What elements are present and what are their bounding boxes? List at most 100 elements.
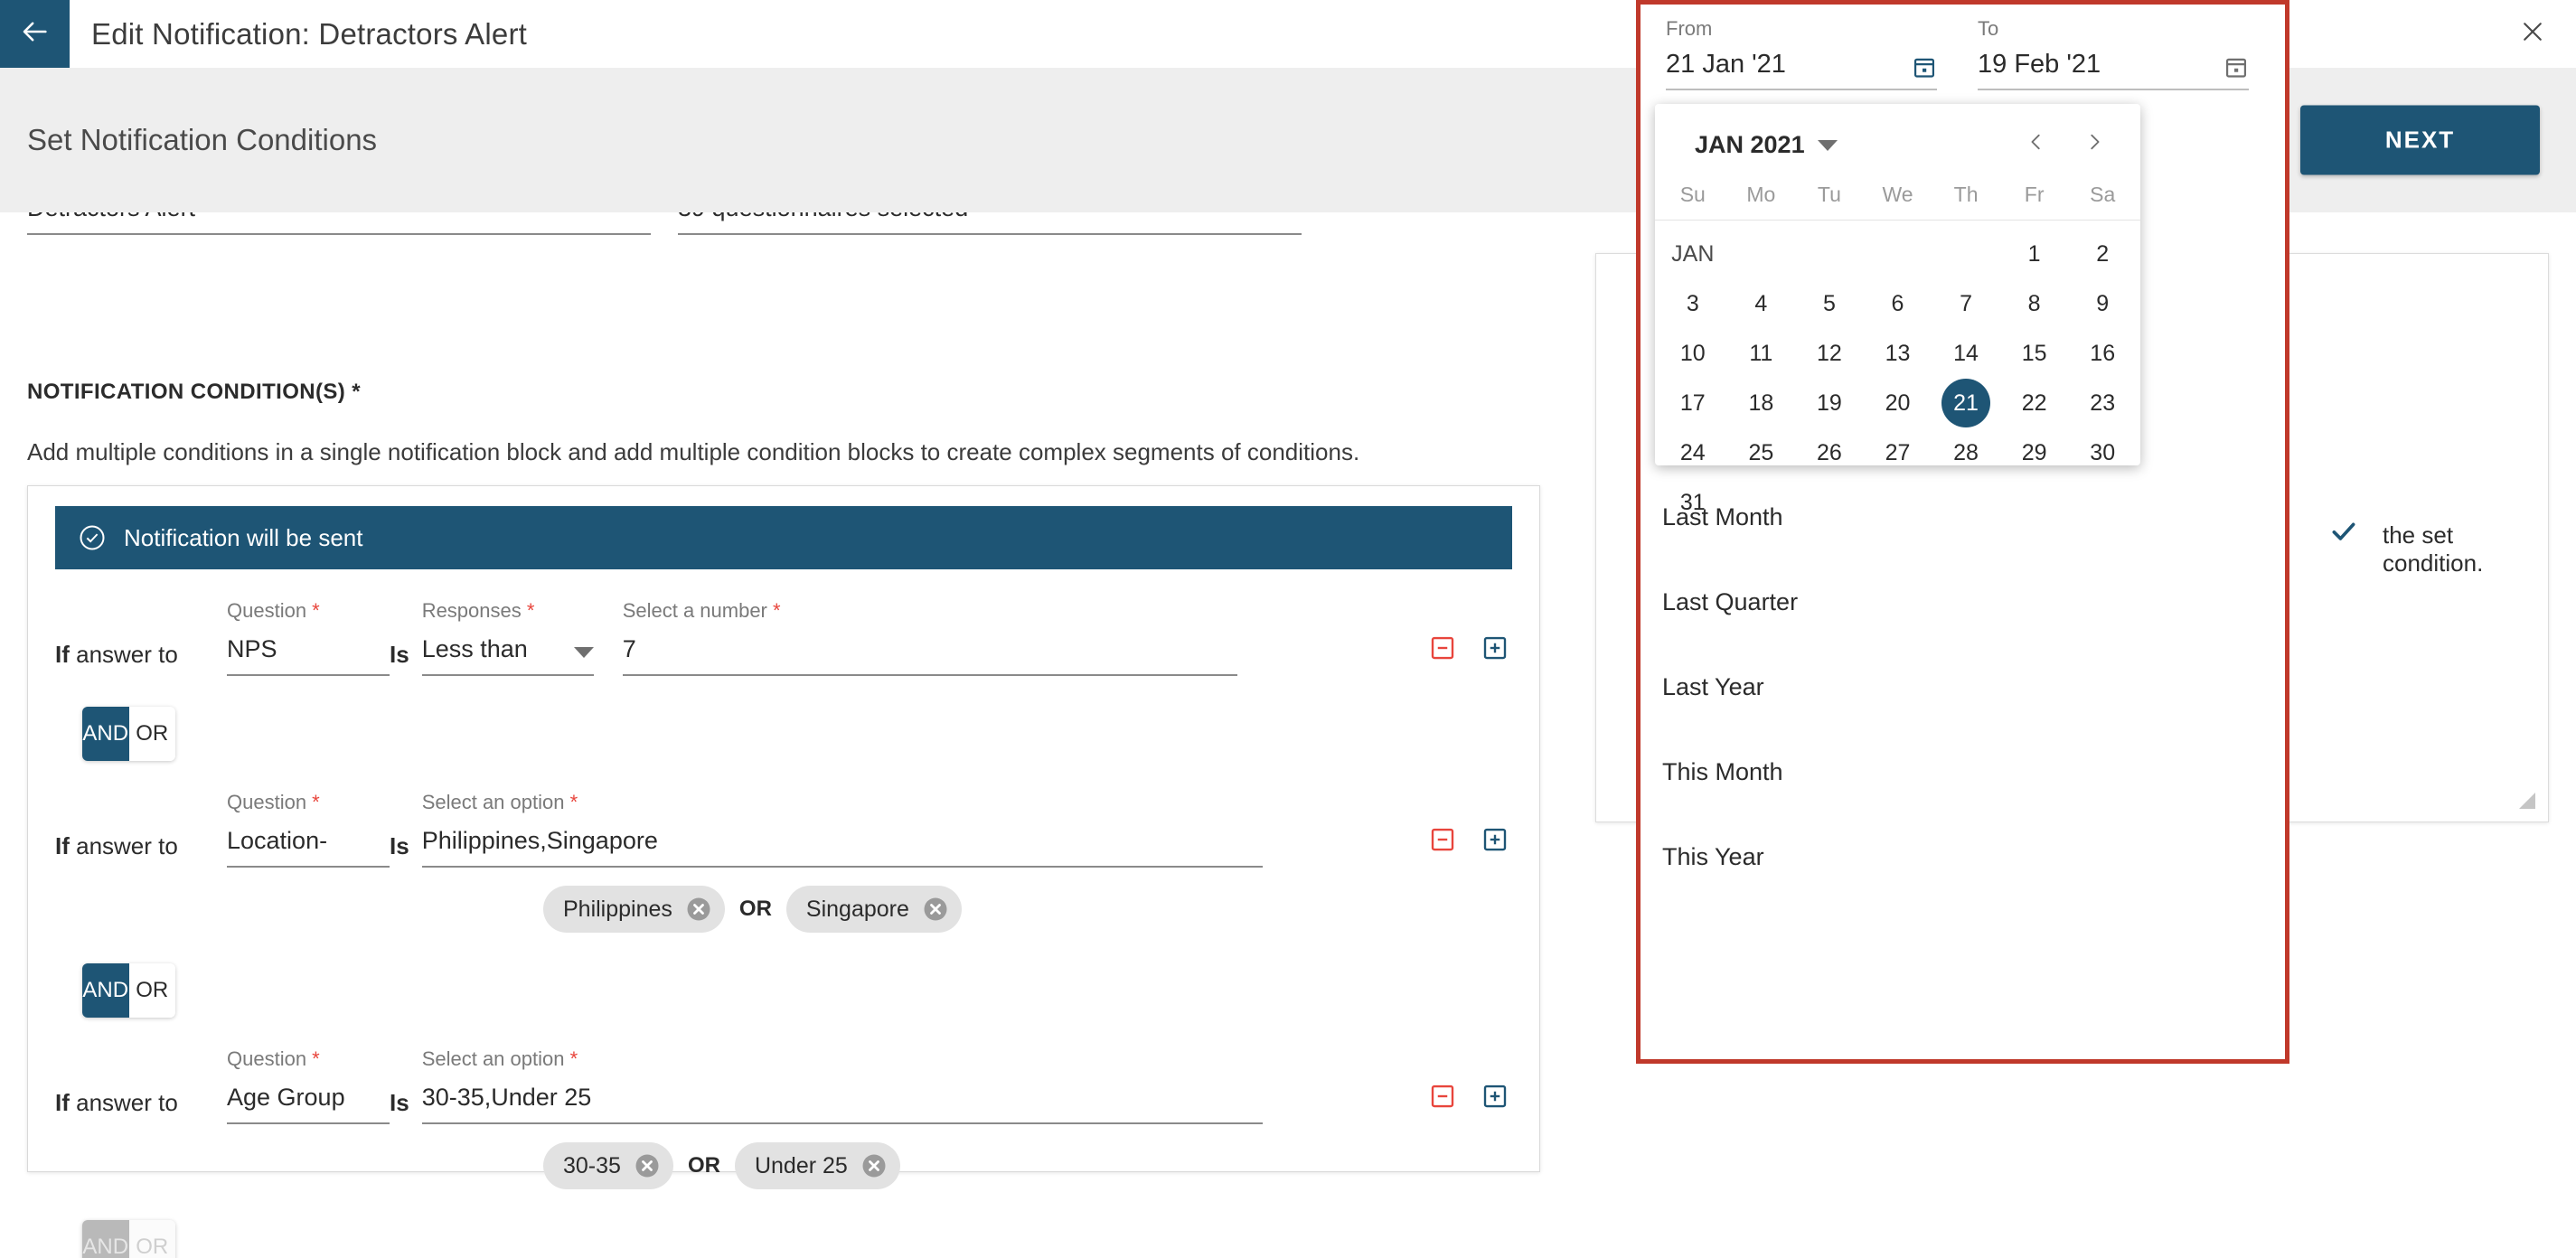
month-year-selector[interactable]: JAN 2021 xyxy=(1695,131,1838,159)
calendar-day[interactable]: 15 xyxy=(2000,329,2069,379)
calendar-weekday-header: Su Mo Tu We Th Fr Sa xyxy=(1655,183,2140,221)
calendar-day[interactable]: 26 xyxy=(1795,428,1864,478)
breadcrumb-title: Edit Notification: Detractors Alert xyxy=(91,16,528,51)
calendar-day[interactable]: 9 xyxy=(2068,279,2137,329)
calendar-day[interactable]: 22 xyxy=(2000,379,2069,428)
chip-singapore[interactable]: Singapore xyxy=(785,886,962,933)
chip-close-icon[interactable] xyxy=(860,1152,888,1179)
question-field-3[interactable]: Question * Age Group xyxy=(227,1047,390,1124)
question-field-label-3: Question * xyxy=(227,1047,320,1070)
calendar-day[interactable]: 11 xyxy=(1727,329,1796,379)
question-field-1[interactable]: Question * NPS xyxy=(227,599,390,676)
calendar-day[interactable]: 16 xyxy=(2068,329,2137,379)
chip-30-35[interactable]: 30-35 xyxy=(543,1142,673,1189)
plus-square-icon[interactable] xyxy=(1481,826,1509,853)
calendar-day[interactable]: 4 xyxy=(1727,279,1796,329)
chip-close-icon[interactable] xyxy=(922,896,949,923)
row-actions-1 xyxy=(1429,634,1509,662)
back-button[interactable] xyxy=(0,0,70,68)
calendar-day[interactable]: 3 xyxy=(1659,279,1727,329)
to-date-value: 19 Feb '21 xyxy=(1978,50,2101,79)
row-actions-3 xyxy=(1429,1083,1509,1110)
resize-handle-icon[interactable] xyxy=(2517,791,2535,809)
calendar-day[interactable]: 12 xyxy=(1795,329,1864,379)
calendar-header: JAN 2021 xyxy=(1655,104,2140,159)
calendar-day[interactable]: 17 xyxy=(1659,379,1727,428)
preset-last-quarter[interactable]: Last Quarter xyxy=(1641,559,2285,644)
or-option-1[interactable]: OR xyxy=(128,707,175,761)
calendar-day[interactable]: 30 xyxy=(2068,428,2137,478)
calendar-day[interactable]: 18 xyxy=(1727,379,1796,428)
calendar-day[interactable]: 29 xyxy=(2000,428,2069,478)
calendar-day[interactable]: 7 xyxy=(1932,279,2000,329)
calendar-day[interactable]: 6 xyxy=(1864,279,1932,329)
row-actions-2 xyxy=(1429,826,1509,853)
chevron-right-icon[interactable] xyxy=(2084,132,2104,159)
from-date-value: 21 Jan '21 xyxy=(1666,50,1786,79)
minus-square-icon[interactable] xyxy=(1429,1083,1456,1110)
calendar-day[interactable]: 8 xyxy=(2000,279,2069,329)
and-option-2[interactable]: AND xyxy=(82,963,129,1018)
if-answer-to-label-2: If answer to xyxy=(55,832,178,859)
calendar-day[interactable]: 2 xyxy=(2068,230,2137,279)
chip-under-25[interactable]: Under 25 xyxy=(734,1142,900,1189)
option-field-3[interactable]: Select an option * 30-35,Under 25 xyxy=(421,1047,1263,1124)
plus-square-icon[interactable] xyxy=(1481,634,1509,662)
weekday-fr: Fr xyxy=(2024,183,2045,206)
calendar-day[interactable]: 23 xyxy=(2068,379,2137,428)
calendar-popup: JAN 2021 Su Mo Tu We Th Fr Sa JAN 1 2 3 … xyxy=(1655,104,2140,515)
preset-this-year[interactable]: This Year xyxy=(1641,814,2285,899)
calendar-day[interactable]: 24 xyxy=(1659,428,1727,478)
calendar-day[interactable]: 13 xyxy=(1864,329,1932,379)
calendar-day[interactable]: 27 xyxy=(1864,428,1932,478)
question-field-2[interactable]: Question * Location- xyxy=(227,791,390,868)
chip-close-icon[interactable] xyxy=(634,1152,661,1179)
minus-square-icon[interactable] xyxy=(1429,826,1456,853)
calendar-day[interactable]: 20 xyxy=(1864,379,1932,428)
option-field-value-2: Philippines,Singapore xyxy=(421,827,658,854)
number-field-label-1: Select a number * xyxy=(622,599,781,622)
chip-label: Singapore xyxy=(805,896,909,922)
check-icon xyxy=(2328,516,2359,547)
plus-square-icon[interactable] xyxy=(1481,1083,1509,1110)
weekday-mo: Mo xyxy=(1746,183,1776,206)
calendar-month-abbr: JAN xyxy=(1671,241,1715,267)
weekday-th: Th xyxy=(1953,183,1979,206)
chip-label: Under 25 xyxy=(754,1152,848,1178)
number-field-1[interactable]: Select a number * 7 xyxy=(622,599,1237,676)
calendar-day[interactable]: 28 xyxy=(1932,428,2000,478)
calendar-day[interactable]: 19 xyxy=(1795,379,1864,428)
calendar-day[interactable]: 10 xyxy=(1659,329,1727,379)
and-or-toggle-1[interactable]: AND OR xyxy=(82,707,175,761)
and-option-1[interactable]: AND xyxy=(82,707,129,761)
chip-close-icon[interactable] xyxy=(685,896,712,923)
calendar-day[interactable]: 14 xyxy=(1932,329,2000,379)
responses-operator-select-1[interactable]: Responses * Less than xyxy=(421,599,594,676)
option-field-label-3: Select an option * xyxy=(421,1047,578,1070)
and-or-toggle-2[interactable]: AND OR xyxy=(82,963,175,1018)
preset-this-month[interactable]: This Month xyxy=(1641,729,2285,814)
calendar-icon[interactable] xyxy=(1912,54,1937,80)
condition-block-card: Notification will be sent If answer to Q… xyxy=(27,485,1540,1258)
to-date-field[interactable]: To 19 Feb '21 xyxy=(1978,17,2249,90)
weekday-we: We xyxy=(1882,183,1913,206)
page-title: Set Notification Conditions xyxy=(27,123,378,156)
question-field-value-1: NPS xyxy=(227,635,277,662)
close-button[interactable] xyxy=(2513,14,2552,54)
or-option-2[interactable]: OR xyxy=(128,963,175,1018)
next-button[interactable]: NEXT xyxy=(2300,105,2540,175)
preset-last-year[interactable]: Last Year xyxy=(1641,644,2285,729)
option-field-2[interactable]: Select an option * Philippines,Singapore xyxy=(421,791,1263,868)
from-date-field[interactable]: From 21 Jan '21 xyxy=(1666,17,1937,90)
calendar-day-selected[interactable]: 21 xyxy=(1941,379,1991,427)
calendar-nav xyxy=(2026,132,2104,159)
date-preset-list: Last Month Last Quarter Last Year This Mont… xyxy=(1641,474,2285,899)
calendar-day[interactable]: 5 xyxy=(1795,279,1864,329)
chip-philippines[interactable]: Philippines xyxy=(543,886,725,933)
calendar-day[interactable]: 31 xyxy=(1659,478,1727,528)
chevron-left-icon[interactable] xyxy=(2026,132,2046,159)
minus-square-icon[interactable] xyxy=(1429,634,1456,662)
calendar-day[interactable]: 1 xyxy=(2000,230,2069,279)
calendar-day[interactable]: 25 xyxy=(1727,428,1796,478)
calendar-icon[interactable] xyxy=(2223,54,2249,80)
